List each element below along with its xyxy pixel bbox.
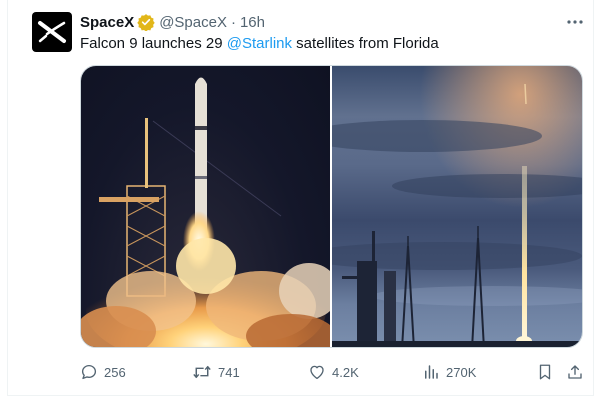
tweet-text-part: Falcon 9 launches 29 [80, 35, 227, 52]
like-button[interactable]: 4.2K [308, 361, 359, 383]
avatar[interactable] [32, 12, 72, 52]
more-options-button[interactable] [566, 13, 584, 31]
verified-badge-icon[interactable] [137, 13, 155, 31]
author-name[interactable]: SpaceX [80, 14, 134, 31]
launch-photo-closeup[interactable] [81, 66, 330, 347]
starlink-mention-link[interactable]: @Starlink [227, 35, 292, 52]
retweet-count: 741 [218, 364, 240, 380]
reply-button[interactable]: 256 [80, 361, 126, 383]
bookmark-icon [539, 364, 551, 380]
media-grid [80, 65, 583, 348]
reply-icon [81, 364, 97, 380]
share-button[interactable] [566, 361, 590, 383]
views-button[interactable]: 270K [422, 361, 476, 383]
views-chart-icon [425, 365, 438, 379]
heart-icon [310, 365, 324, 380]
tweet-text-part: satellites from Florida [292, 35, 439, 52]
share-icon [568, 365, 582, 379]
like-count: 4.2K [332, 364, 359, 380]
view-count: 270K [446, 364, 477, 380]
launch-photo-wide[interactable] [332, 66, 582, 347]
retweet-icon [193, 365, 211, 379]
spacex-logo-icon [38, 21, 66, 43]
retweet-button[interactable]: 741 [192, 361, 240, 383]
separator-dot: · [230, 13, 236, 31]
bookmark-button[interactable] [537, 361, 559, 383]
timestamp[interactable]: 16h [240, 14, 265, 31]
tweet-text: Falcon 9 launches 29 @Starlink satellite… [80, 34, 439, 54]
action-bar: 256 741 4.2K 270K [80, 361, 590, 383]
tweet-card[interactable]: SpaceX @SpaceX · 16h Falcon 9 launches 2… [7, 0, 594, 396]
more-options-icon [567, 20, 583, 24]
author-handle[interactable]: @SpaceX [159, 14, 227, 31]
reply-count: 256 [104, 364, 126, 380]
tweet-header: SpaceX @SpaceX · 16h [80, 13, 265, 31]
